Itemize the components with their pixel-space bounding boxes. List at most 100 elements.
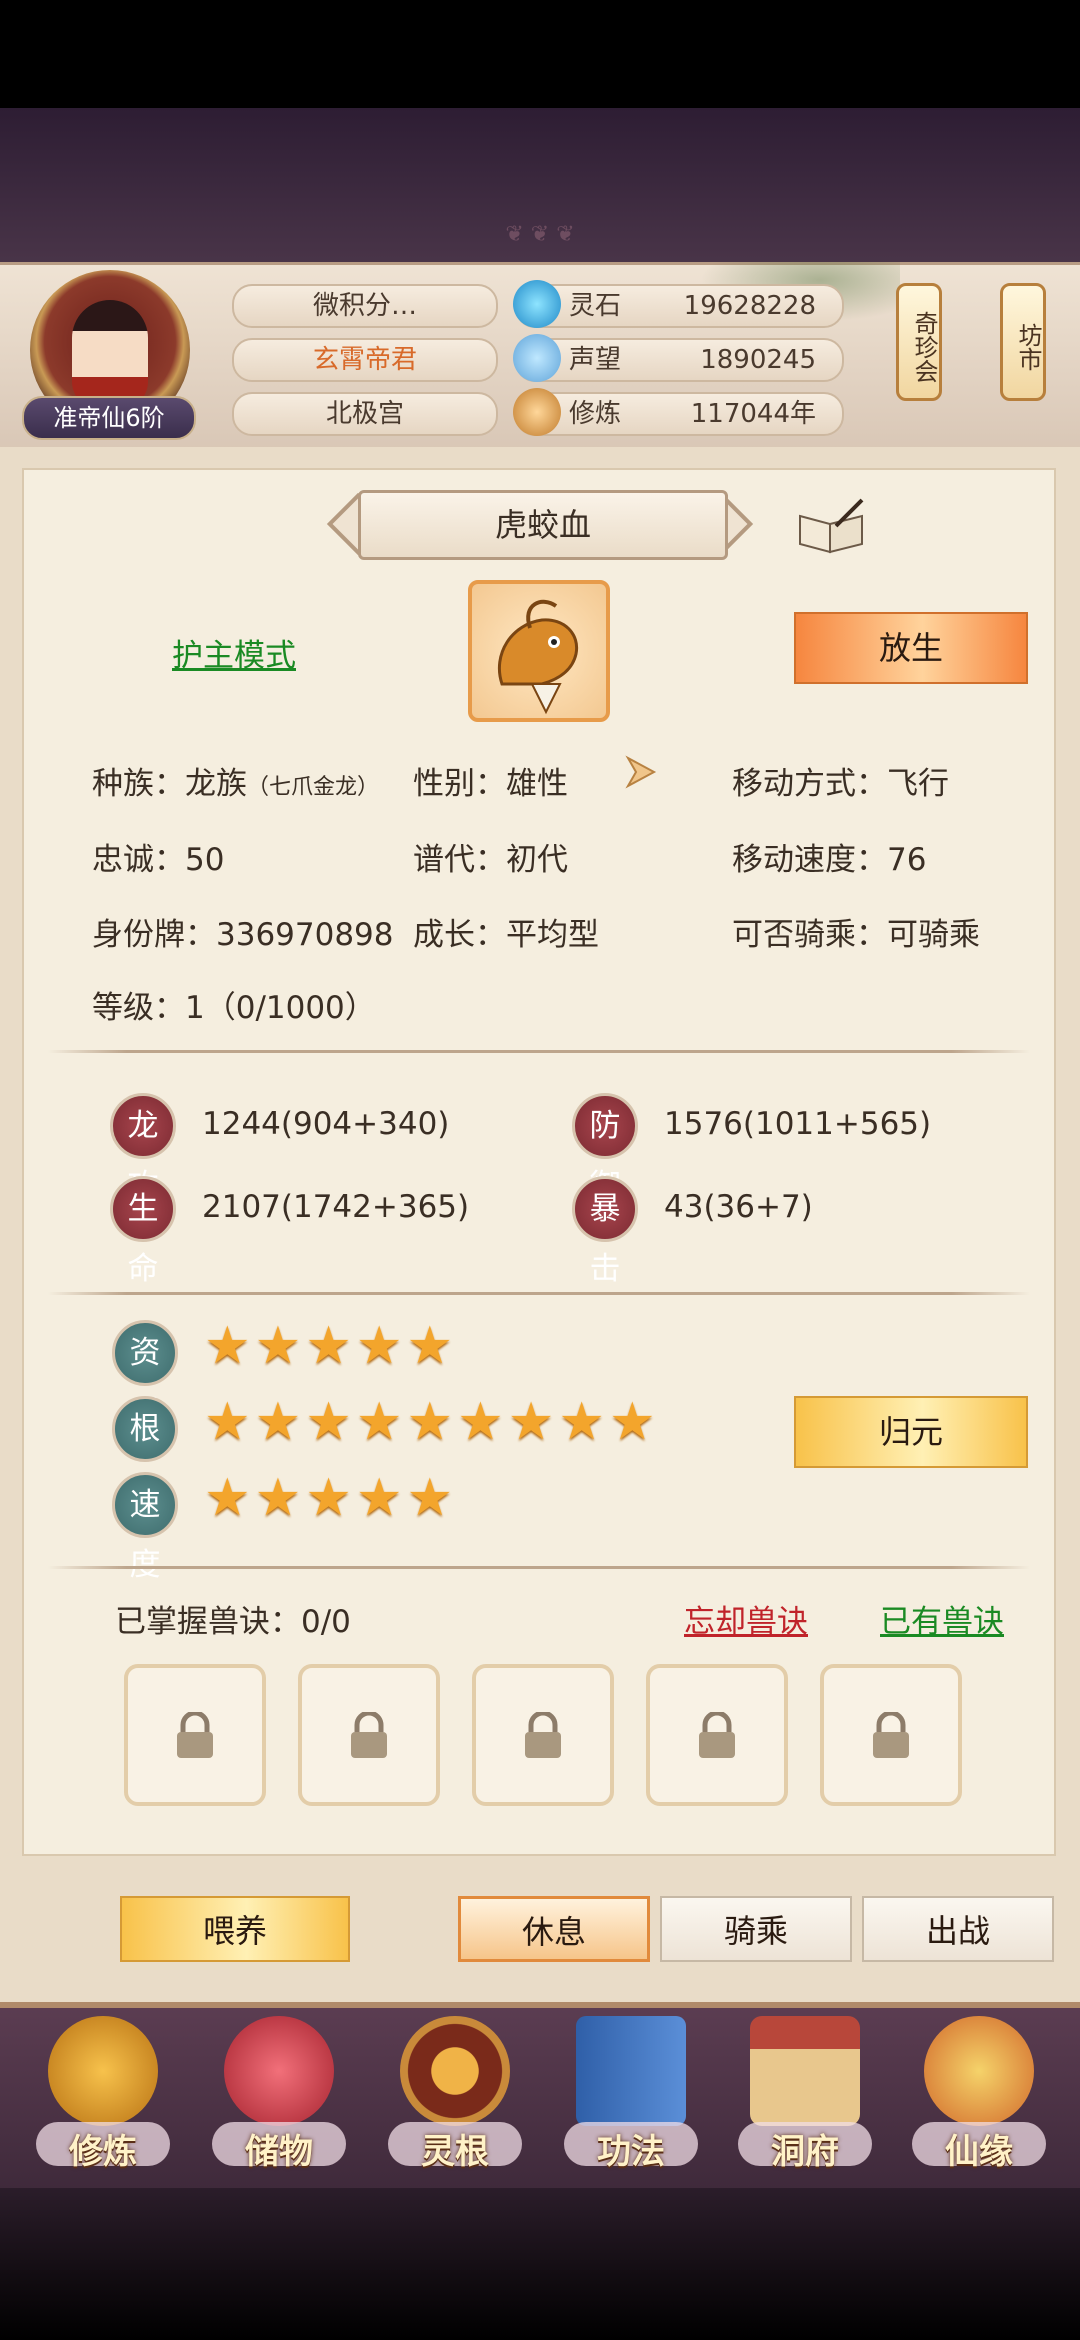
guard-mode-link[interactable]: 护主模式 [172,630,296,675]
lock-icon [873,1712,909,1758]
divider [48,1050,1030,1053]
player-title[interactable]: 玄霄帝君 [232,338,498,382]
pet-race-text: 种族：龙族 [92,766,247,802]
nav-label: 储物 [245,2132,313,2172]
speed-stars: ★★★★★ [204,1468,457,1528]
pet-level: 等级：1（0/1000） [92,990,376,1026]
storage-bag-icon [224,2016,334,2126]
star-icon: ★ [254,1468,306,1528]
rest-button[interactable]: 休息 [458,1896,650,1962]
nav-item-cave[interactable]: 洞府 [730,2010,880,2180]
star-icon: ★ [254,1316,306,1376]
nav-item-storage[interactable]: 储物 [204,2010,354,2180]
owned-skills-link[interactable]: 已有兽诀 [880,1596,1004,1641]
cultivate-icon [48,2016,158,2126]
resource-reputation[interactable]: 声望 1890245 [513,334,844,382]
resource-value: 1890245 [700,345,816,375]
pet-rideable: 可否骑乘：可骑乘 [732,917,980,953]
reputation-icon [513,334,561,382]
fight-button[interactable]: 出战 [862,1896,1054,1962]
skill-book-icon [576,2016,686,2126]
avatar-portrait [72,300,148,410]
skill-slot[interactable] [646,1664,788,1806]
star-icon: ★ [355,1392,407,1452]
lock-icon [177,1712,213,1758]
skill-slot[interactable] [124,1664,266,1806]
resource-value: 19628228 [683,291,816,321]
stat-value-crit: 43(36+7) [664,1189,813,1225]
ride-button[interactable]: 骑乘 [660,1896,852,1962]
spirit-root-icon [400,2016,510,2126]
star-icon: ★ [457,1392,508,1452]
reset-button[interactable]: 归元 [794,1396,1028,1468]
bottom-bar [0,2188,1080,2340]
status-bar [0,0,1080,108]
player-name[interactable]: 微积分… [232,284,498,328]
skill-slot[interactable] [298,1664,440,1806]
star-icon: ★ [558,1392,609,1452]
resource-label: 修炼 [569,399,622,429]
nav-item-spirit-root[interactable]: 灵根 [380,2010,530,2180]
stat-badge-crit: 暴击 [572,1176,638,1287]
resource-spirit-stone[interactable]: 灵石 19628228 [513,280,844,328]
star-icon: ★ [609,1392,660,1452]
bone-stars: ★★★★★★★★★ [204,1392,660,1452]
nav-label: 灵根 [421,2132,489,2172]
book-icon[interactable] [796,496,868,556]
spirit-stone-icon [513,280,561,328]
aptitude-badge: 资质 [112,1320,178,1431]
bone-badge: 根骨 [112,1396,178,1507]
aptitude-stars: ★★★★★ [204,1316,457,1376]
forget-skill-link[interactable]: 忘却兽诀 [684,1596,808,1641]
skill-slot[interactable] [472,1664,614,1806]
stat-value-hp: 2107(1742+365) [202,1189,470,1225]
pet-name: 虎蛟血 [358,490,728,560]
star-icon: ★ [204,1392,255,1452]
skill-slot[interactable] [820,1664,962,1806]
pet-growth: 成长：平均型 [413,917,599,953]
player-sect[interactable]: 北极宫 [232,392,498,436]
nav-item-skills[interactable]: 功法 [556,2010,706,2180]
pet-portrait[interactable] [468,580,610,722]
lock-icon [699,1712,735,1758]
star-icon: ★ [507,1392,559,1452]
divider [48,1292,1030,1295]
resource-label: 灵石 [569,291,622,321]
star-icon: ★ [305,1392,356,1452]
resource-value: 117044年 [690,399,816,429]
lock-icon [525,1712,561,1758]
pet-move-type: 移动方式：飞行 [732,766,949,802]
rank-badge: 准帝仙6阶 [22,396,196,440]
star-icon: ★ [254,1392,306,1452]
star-icon: ★ [406,1468,458,1528]
chevron-right-icon[interactable] [620,750,664,794]
nav-label: 仙缘 [945,2132,1013,2172]
stat-value-attack: 1244(904+340) [202,1106,450,1142]
ornament-icon: ❦ ❦ ❦ [505,222,575,247]
divider [48,1566,1030,1569]
star-icon: ★ [406,1316,458,1376]
pet-race: 种族：龙族（七爪金龙） [92,758,379,803]
skills-label: 已掌握兽诀：0/0 [115,1604,351,1640]
stat-badge-defense: 防御 [572,1093,638,1204]
nav-item-fate[interactable]: 仙缘 [904,2010,1054,2180]
star-icon: ★ [305,1468,356,1528]
nav-border [0,2002,1080,2008]
feed-button[interactable]: 喂养 [120,1896,350,1962]
star-icon: ★ [305,1316,356,1376]
release-button[interactable]: 放生 [794,612,1028,684]
nav-item-cultivate[interactable]: 修炼 [28,2010,178,2180]
star-icon: ★ [355,1316,407,1376]
pet-generation: 谱代：初代 [413,842,568,878]
resource-label: 声望 [569,345,622,375]
speed-badge: 速度 [112,1472,178,1583]
market-lantern[interactable]: 坊市 [1000,283,1046,401]
dragon-icon [497,599,579,715]
resource-cultivation[interactable]: 修炼 117044年 [513,388,844,436]
nav-label: 洞府 [771,2132,839,2172]
treasure-fair-lantern[interactable]: 奇珍会 [896,283,942,401]
cave-dwelling-icon [750,2016,860,2126]
star-icon: ★ [406,1392,458,1452]
lock-icon [351,1712,387,1758]
star-icon: ★ [204,1468,255,1528]
